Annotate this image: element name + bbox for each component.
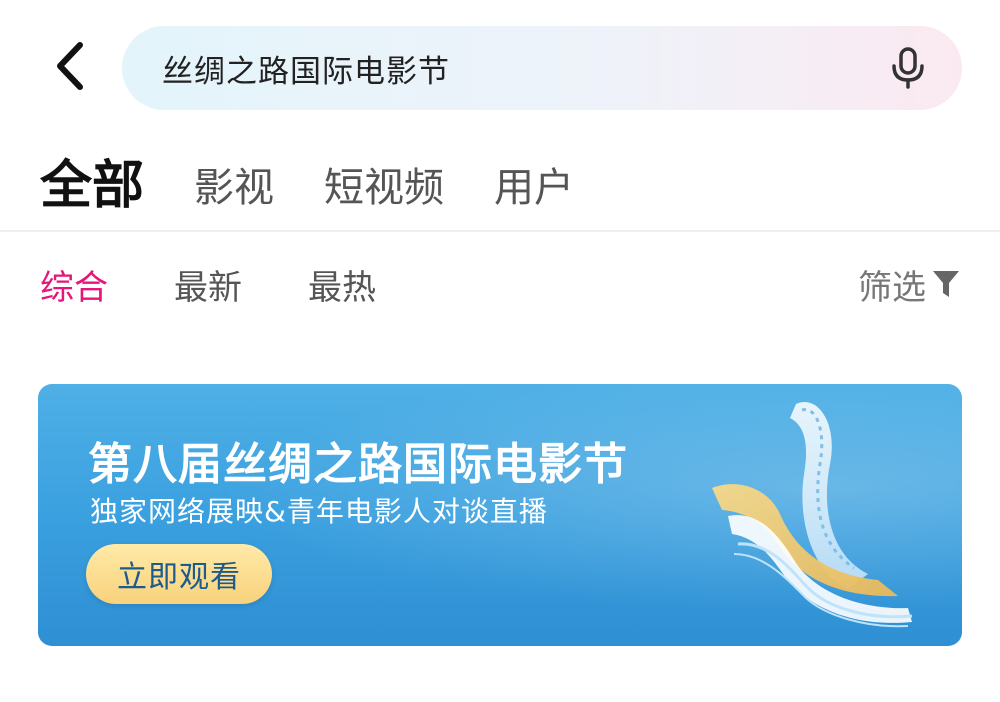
watch-now-button[interactable]: 立即观看 [86,544,272,604]
funnel-icon [933,271,959,297]
sort-tab-hottest[interactable]: 最热 [308,260,376,309]
sort-tab-comprehensive[interactable]: 综合 [40,260,108,309]
tab-short-video[interactable]: 短视频 [324,168,444,220]
sort-tabs: 综合 最新 最热 [40,260,442,308]
filter-label: 筛选 [858,267,926,308]
chevron-left-icon [57,42,83,90]
search-results-page: 全部 影视 短视频 用户 综合 最新 最热 筛选 第八届丝绸之路国际电影节 独家… [0,0,1000,702]
microphone-icon [892,47,924,89]
banner-title: 第八届丝绸之路国际电影节 [88,439,628,490]
category-tabs: 全部 影视 短视频 用户 [40,150,624,220]
tab-users[interactable]: 用户 [494,168,574,220]
banner-subtitle: 独家网络展映&青年电影人对谈直播 [90,495,548,528]
sort-tab-latest[interactable]: 最新 [174,260,242,309]
back-button[interactable] [38,34,102,98]
tabs-divider [0,230,1000,232]
voice-search-button[interactable] [884,44,932,92]
film-reel-logo-icon [712,402,913,628]
tab-all[interactable]: 全部 [40,160,144,220]
tab-film-tv[interactable]: 影视 [194,168,274,220]
festival-banner[interactable]: 第八届丝绸之路国际电影节 独家网络展映&青年电影人对谈直播 立即观看 [38,384,962,646]
search-box[interactable] [122,26,962,110]
filter-button[interactable]: 筛选 [858,260,960,308]
search-input[interactable] [160,49,884,87]
